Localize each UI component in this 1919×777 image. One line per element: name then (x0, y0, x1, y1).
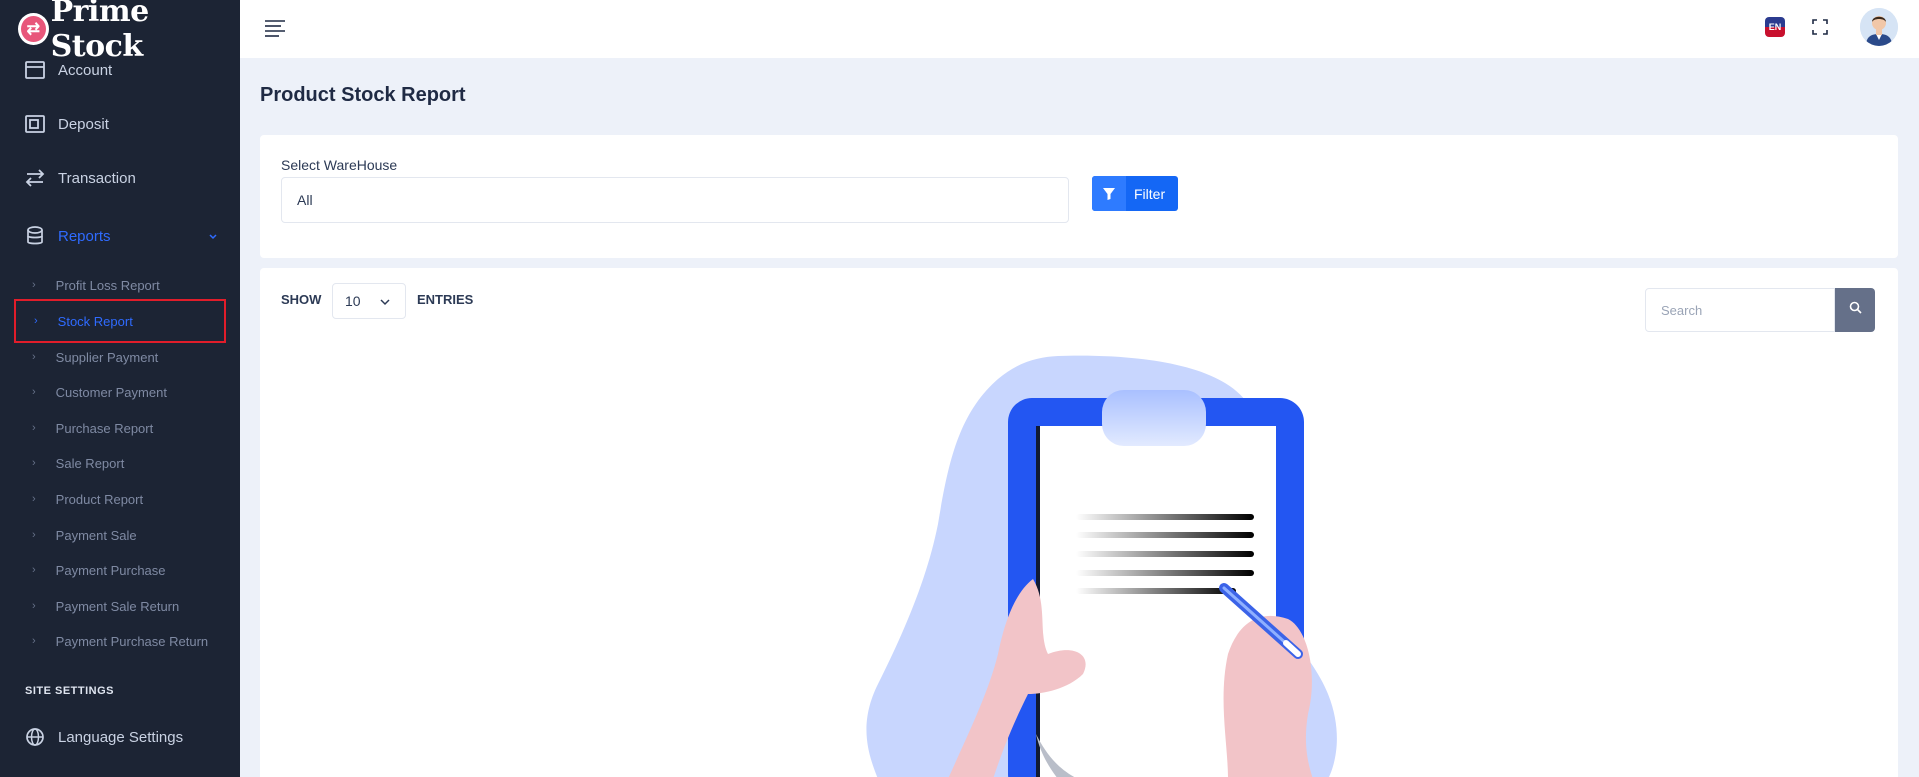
sidebar-item-transaction[interactable]: Transaction (0, 158, 240, 198)
brand-logo-icon: ⇄ (18, 13, 49, 45)
fullscreen-icon[interactable] (1812, 19, 1828, 40)
chevron-right-icon: › (32, 529, 36, 541)
sidebar-subitem-label: Customer Payment (55, 384, 167, 400)
sidebar-subitem-product-report[interactable]: › Product Report (14, 483, 226, 515)
filter-card: Select WareHouse All Filter (260, 135, 1898, 258)
sidebar-subitem-profit-loss-report[interactable]: › Profit Loss Report (14, 269, 226, 301)
sidebar-subitem-supplier-payment[interactable]: › Supplier Payment (14, 341, 226, 373)
entries-select[interactable]: 10 (332, 283, 406, 319)
sidebar-subitem-payment-purchase-return[interactable]: › Payment Purchase Return (14, 625, 226, 657)
chevron-right-icon: › (32, 386, 36, 398)
sidebar-item-label: Transaction (58, 169, 136, 187)
globe-icon (24, 726, 46, 748)
sidebar-subitem-payment-sale-return[interactable]: › Payment Sale Return (14, 590, 226, 622)
chevron-right-icon: › (32, 493, 36, 505)
sidebar-subitem-purchase-report[interactable]: › Purchase Report (14, 412, 226, 444)
menu-toggle-icon[interactable] (264, 19, 286, 42)
sidebar-item-reports[interactable]: Reports (0, 216, 240, 256)
chevron-right-icon: › (32, 635, 36, 647)
chevron-down-icon (208, 229, 218, 246)
sidebar-subitem-payment-sale[interactable]: › Payment Sale (14, 519, 226, 551)
sidebar-item-deposit[interactable]: Deposit (0, 104, 240, 144)
sidebar-item-label: Account (58, 61, 113, 79)
sidebar-subitem-label: Payment Sale (55, 527, 137, 543)
sidebar-subitem-label: Payment Purchase (55, 562, 166, 578)
sidebar-subitem-label: Payment Sale Return (55, 598, 180, 614)
filter-button[interactable]: Filter (1092, 176, 1178, 211)
sidebar-subitem-payment-purchase[interactable]: › Payment Purchase (14, 554, 226, 586)
wallet-icon (24, 59, 46, 81)
sidebar-item-label: Deposit (58, 115, 109, 133)
warehouse-select[interactable]: All (281, 177, 1069, 223)
entries-label: ENTRIES (417, 292, 474, 307)
warehouse-label: Select WareHouse (281, 157, 398, 173)
sidebar-subitem-label: Payment Purchase Return (55, 633, 209, 649)
database-icon (24, 225, 46, 247)
chevron-right-icon: › (32, 279, 36, 291)
sidebar-subitem-label: Sale Report (55, 455, 125, 471)
chevron-right-icon: › (32, 457, 36, 469)
sidebar-subitem-label: Stock Report (57, 313, 133, 329)
language-flag-icon[interactable]: EN (1765, 17, 1785, 37)
sidebar-item-language-settings[interactable]: Language Settings (0, 717, 240, 757)
search-icon (1849, 301, 1862, 319)
sidebar-item-label: Language Settings (58, 728, 184, 746)
chevron-right-icon: › (32, 422, 36, 434)
sidebar-subitem-label: Profit Loss Report (55, 277, 160, 293)
sidebar-subitem-sale-report[interactable]: › Sale Report (14, 447, 226, 479)
chevron-right-icon: › (32, 600, 36, 612)
chevron-right-icon: › (32, 351, 36, 363)
user-avatar[interactable] (1860, 8, 1898, 46)
show-label: SHOW (281, 292, 322, 307)
transfer-icon (24, 167, 46, 189)
topbar: EN (240, 0, 1919, 58)
sidebar-subitem-customer-payment[interactable]: › Customer Payment (14, 376, 226, 408)
section-label-site-settings: SITE SETTINGS (25, 685, 115, 697)
sidebar-subitem-label: Purchase Report (55, 420, 154, 436)
sidebar-subitem-label: Supplier Payment (55, 349, 159, 365)
filter-button-label: Filter (1134, 185, 1166, 202)
search-button[interactable] (1835, 288, 1875, 332)
filter-icon (1092, 176, 1126, 211)
empty-state-illustration (866, 355, 1337, 777)
chevron-right-icon: › (32, 564, 36, 576)
search-input[interactable] (1645, 288, 1835, 332)
entries-select-value: 10 (345, 293, 361, 309)
chevron-right-icon: › (34, 315, 38, 327)
sidebar-subitem-stock-report[interactable]: › Stock Report (14, 299, 226, 343)
warehouse-select-value: All (297, 192, 313, 208)
report-table-card: SHOW 10 ENTRIES (260, 268, 1898, 777)
page-title: Product Stock Report (260, 84, 466, 106)
deposit-icon (24, 113, 46, 135)
sidebar-item-label: Reports (58, 227, 111, 245)
sidebar: ⇄ Prime Stock Account Deposit Transactio… (0, 0, 240, 777)
sidebar-item-account[interactable]: Account (0, 50, 240, 90)
sidebar-subitem-label: Product Report (55, 491, 144, 507)
language-code: EN (1768, 22, 1782, 32)
chevron-down-icon (379, 295, 391, 311)
